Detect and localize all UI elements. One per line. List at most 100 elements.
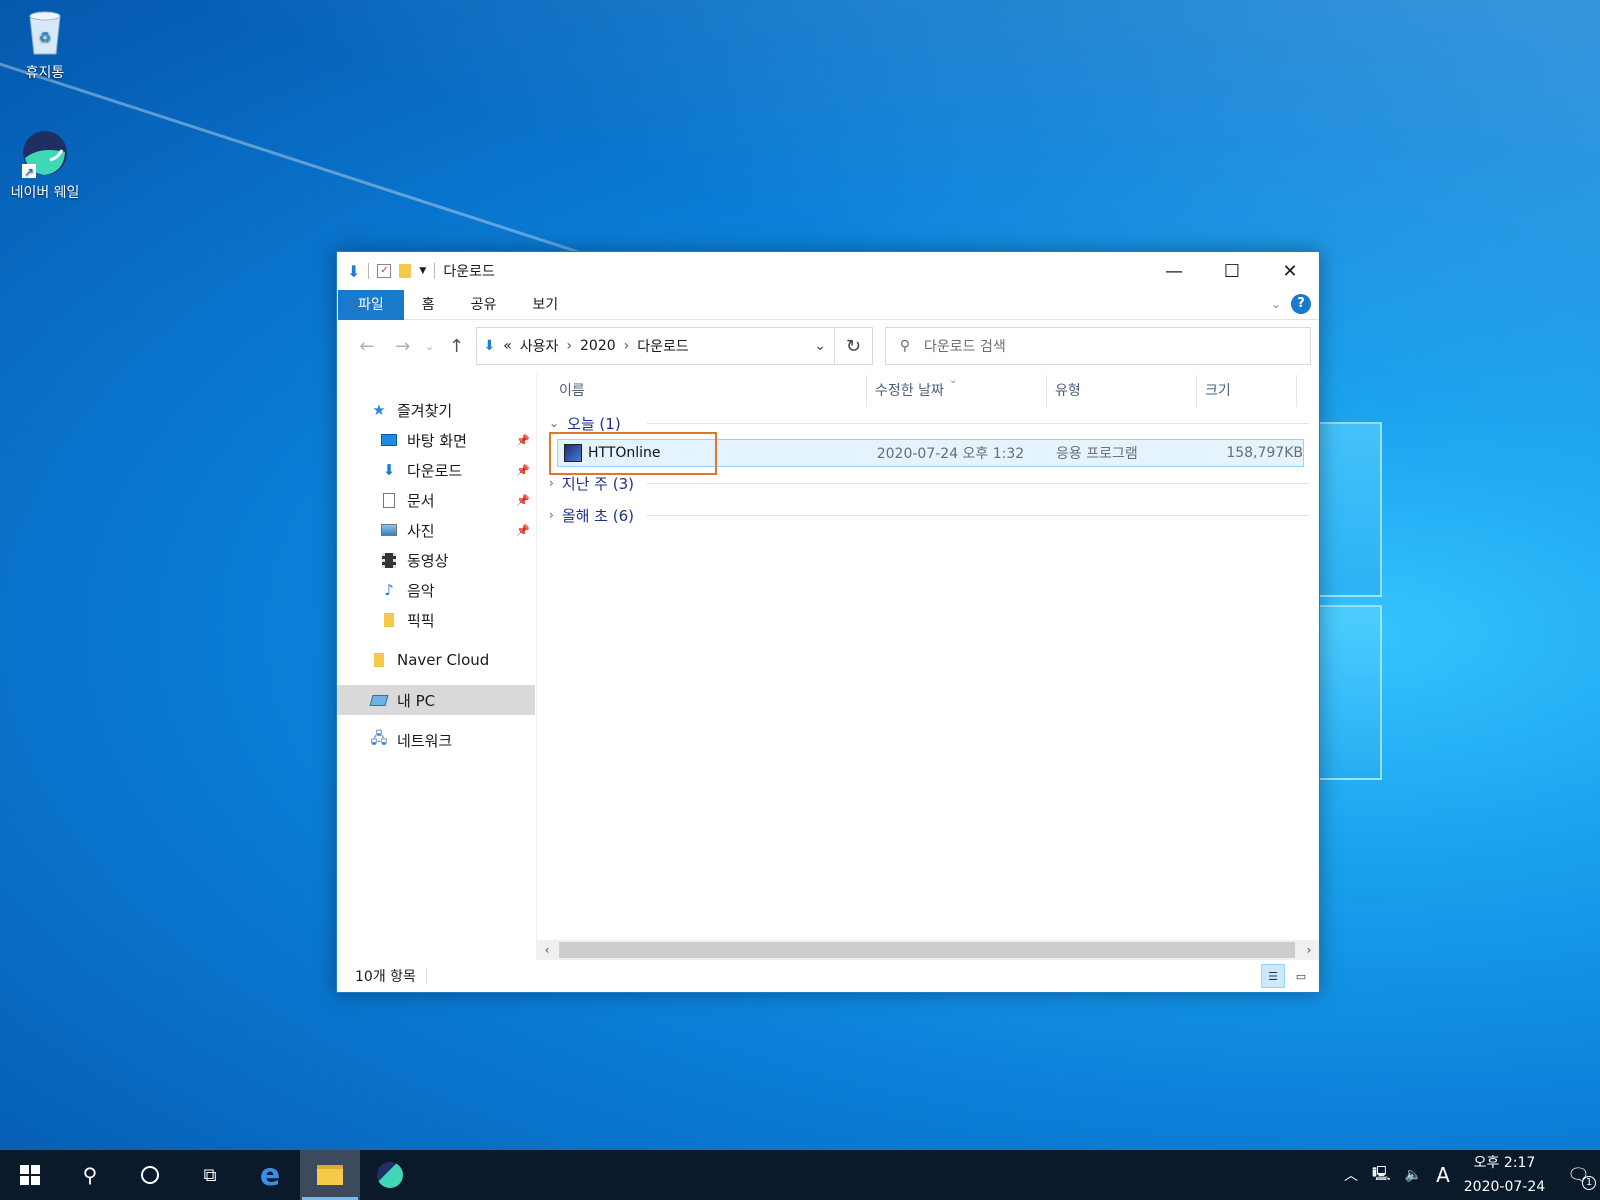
sidebar-item-naver-cloud[interactable]: Naver Cloud: [337, 645, 536, 675]
breadcrumb-users[interactable]: 사용자: [520, 336, 559, 356]
download-icon: ⬇: [382, 461, 396, 479]
sidebar-item-downloads[interactable]: ⬇ 다운로드 📌: [337, 455, 536, 485]
new-folder-icon[interactable]: [399, 264, 412, 278]
volume-icon[interactable]: 🔈: [1405, 1167, 1422, 1183]
sidebar-item-label: 사진: [407, 521, 435, 540]
download-location-icon: ⬇: [483, 338, 496, 354]
system-tray: ︿ 🖳 🔈 A 오후 2:17 2020-07-24 🗨 1: [1344, 1151, 1600, 1199]
clock[interactable]: 오후 2:17 2020-07-24: [1464, 1151, 1545, 1199]
network-icon: 🖧: [370, 728, 388, 747]
address-prefix[interactable]: «: [503, 338, 512, 354]
sidebar-item-label: 내 PC: [397, 691, 436, 710]
maximize-button[interactable]: ☐: [1203, 252, 1261, 290]
customize-toolbar-icon[interactable]: ▼: [419, 266, 426, 276]
breadcrumb-2020[interactable]: 2020: [580, 338, 616, 354]
network-status-icon[interactable]: 🖳: [1372, 1163, 1391, 1187]
file-explorer-button[interactable]: [300, 1150, 360, 1200]
item-count: 10개 항목: [355, 969, 416, 985]
forward-button[interactable]: →: [385, 336, 421, 357]
recycle-bin-shortcut[interactable]: ♻ 휴지통: [0, 8, 90, 82]
address-bar[interactable]: ⬇ « 사용자 › 2020 › 다운로드 ⌄: [476, 327, 835, 365]
folder-icon: [317, 1165, 343, 1185]
navigation-bar: ← → ⌄ ↑ ⬇ « 사용자 › 2020 › 다운로드 ⌄ ↻ ⚲ 다운로드…: [337, 320, 1319, 372]
window-title: 다운로드: [443, 264, 495, 280]
up-button[interactable]: ↑: [439, 336, 475, 357]
taskbar: ⚲ ⧉ e ︿ 🖳 🔈 A 오후 2:17 2020-07-24 🗨 1: [0, 1150, 1600, 1200]
title-bar: ⬇ ✓ ▼ 다운로드 — ☐ ✕: [337, 252, 1319, 290]
folder-icon: [379, 611, 399, 629]
naver-whale-label: 네이버 웨일: [10, 185, 80, 201]
horizontal-scrollbar[interactable]: ‹ ›: [537, 940, 1319, 960]
file-date: 2020-07-24 오후 1:32: [876, 446, 1025, 462]
show-hidden-icons-icon[interactable]: ︿: [1344, 1165, 1358, 1185]
chevron-right-icon[interactable]: ›: [566, 338, 572, 354]
music-icon: ♪: [384, 581, 394, 599]
search-icon: ⚲: [899, 338, 911, 354]
recent-locations-button[interactable]: ⌄: [421, 340, 439, 353]
chevron-down-icon[interactable]: ⌄: [814, 338, 826, 354]
chevron-right-icon[interactable]: ›: [624, 338, 630, 354]
ribbon-tabs: 파일 홈 공유 보기 ⌄ ?: [337, 289, 1319, 320]
tab-share[interactable]: 공유: [453, 290, 515, 320]
group-label: 오늘 (1): [567, 414, 621, 433]
cortana-button[interactable]: [120, 1150, 180, 1200]
sidebar-item-network[interactable]: 🖧 네트워크: [337, 725, 536, 755]
sidebar-item-desktop[interactable]: 바탕 화면 📌: [337, 425, 536, 455]
search-input[interactable]: ⚲ 다운로드 검색: [884, 327, 1311, 365]
file-type: 응용 프로그램: [1056, 446, 1138, 462]
search-button[interactable]: ⚲: [60, 1150, 120, 1200]
scroll-left-icon[interactable]: ‹: [537, 943, 557, 957]
refresh-button[interactable]: ↻: [834, 327, 873, 365]
task-view-icon: ⧉: [203, 1164, 217, 1186]
pin-icon[interactable]: 📌: [516, 464, 530, 477]
task-view-button[interactable]: ⧉: [180, 1150, 240, 1200]
explorer-body: ★ 즐겨찾기 바탕 화면 📌 ⬇ 다운로드 📌 문서 📌 사진 📌 동영상 ♪ …: [337, 373, 1319, 960]
whale-button[interactable]: [360, 1150, 420, 1200]
sidebar-item-picpick[interactable]: 픽픽: [337, 605, 536, 635]
breadcrumb-downloads[interactable]: 다운로드: [637, 336, 689, 356]
minimize-button[interactable]: —: [1145, 252, 1203, 290]
chevron-right-icon: ›: [549, 476, 554, 490]
help-button[interactable]: ?: [1291, 294, 1311, 314]
group-last-week[interactable]: › 지난 주 (3): [537, 467, 1319, 499]
close-button[interactable]: ✕: [1261, 252, 1319, 290]
clock-date: 2020-07-24: [1463, 1179, 1546, 1195]
sidebar-item-this-pc[interactable]: 내 PC: [337, 685, 535, 715]
pin-icon[interactable]: 📌: [516, 524, 530, 537]
download-arrow-icon: ⬇: [347, 261, 361, 281]
view-switcher: ☰ ▭: [1261, 964, 1313, 988]
expand-ribbon-icon[interactable]: ⌄: [1271, 297, 1281, 311]
large-icons-view-icon[interactable]: ▭: [1289, 964, 1313, 988]
scrollbar-thumb[interactable]: [559, 942, 1295, 958]
tab-file[interactable]: 파일: [338, 289, 404, 320]
tab-view[interactable]: 보기: [514, 290, 576, 320]
pin-icon[interactable]: 📌: [516, 434, 530, 447]
clock-time: 오후 2:17: [1473, 1155, 1536, 1171]
pin-icon[interactable]: 📌: [516, 494, 530, 507]
action-center-button[interactable]: 🗨 1: [1567, 1165, 1596, 1190]
sidebar-item-videos[interactable]: 동영상: [337, 545, 536, 575]
sidebar-item-music[interactable]: ♪ 음악: [337, 575, 536, 605]
back-button[interactable]: ←: [349, 336, 385, 357]
ime-indicator[interactable]: A: [1436, 1163, 1450, 1187]
sidebar-item-documents[interactable]: 문서 📌: [337, 485, 536, 515]
column-name[interactable]: 이름: [537, 375, 867, 407]
sidebar-item-label: 즐겨찾기: [397, 401, 453, 420]
quick-access-toolbar: ⬇ ✓ ▼: [347, 261, 436, 281]
column-type[interactable]: 유형: [1047, 375, 1197, 407]
naver-whale-shortcut[interactable]: ↗ 네이버 웨일: [0, 128, 90, 202]
start-button[interactable]: [0, 1150, 60, 1200]
tab-home[interactable]: 홈: [404, 290, 453, 320]
sidebar-item-pictures[interactable]: 사진 📌: [337, 515, 536, 545]
properties-icon[interactable]: ✓: [377, 264, 392, 278]
edge-button[interactable]: e: [240, 1150, 300, 1200]
column-size[interactable]: 크기: [1197, 375, 1297, 407]
chevron-right-icon: ›: [549, 508, 554, 522]
sidebar-item-label: 음악: [407, 581, 435, 600]
column-date-modified[interactable]: 수정한 날짜 ⌄: [867, 375, 1047, 407]
sidebar-item-favorites[interactable]: ★ 즐겨찾기: [337, 395, 536, 425]
group-this-year[interactable]: › 올해 초 (6): [537, 499, 1319, 531]
details-view-icon[interactable]: ☰: [1261, 964, 1285, 988]
scroll-right-icon[interactable]: ›: [1299, 943, 1319, 957]
recycle-bin-label: 휴지통: [25, 65, 65, 81]
